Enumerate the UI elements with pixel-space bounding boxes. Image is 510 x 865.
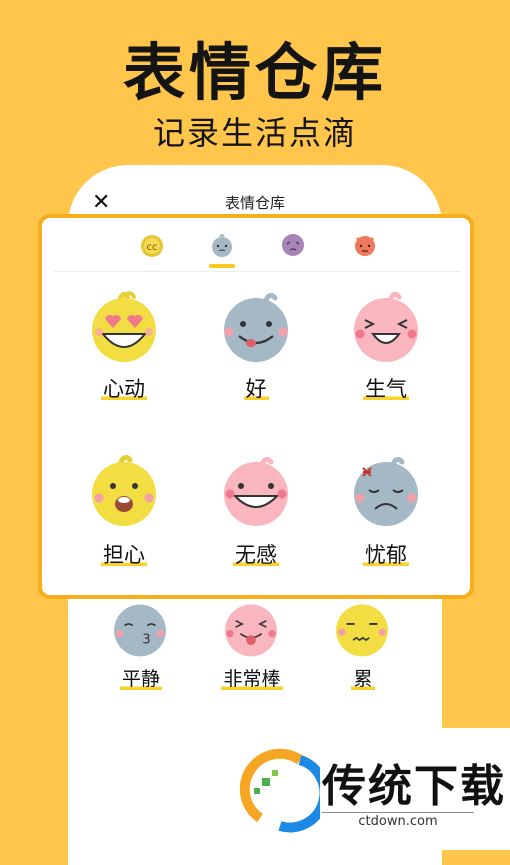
nav-title: 表情仓库	[224, 194, 285, 212]
red-face-icon[interactable]	[350, 230, 380, 260]
pink-smile-face-icon	[224, 456, 288, 526]
tab-divider	[54, 271, 462, 272]
mood-label: 担心	[101, 542, 147, 568]
purple-face-icon[interactable]	[278, 230, 308, 260]
hero-title: 表情仓库	[122, 36, 387, 109]
mood-label: 非常棒	[221, 666, 283, 692]
blue-face-icon[interactable]	[207, 230, 237, 260]
yellow-tired-face-icon	[336, 604, 388, 657]
heart-eyes-face-icon	[92, 291, 156, 362]
svg-text:3: 3	[142, 632, 150, 647]
blue-sad-face-icon	[354, 456, 418, 526]
mood-label: 好	[243, 376, 269, 402]
watermark-logo-icon	[240, 748, 320, 833]
yellow-face-icon[interactable]: cc	[137, 230, 167, 260]
blue-tongue-face-icon	[224, 292, 288, 362]
mood-tired[interactable]: 累	[308, 598, 418, 698]
mood-card: cc 心动 好 生气 担心 无感 忧郁	[38, 214, 474, 599]
pink-tongue-face-icon	[225, 604, 277, 657]
mood-label: 心动	[101, 376, 147, 402]
mood-good[interactable]: 好	[196, 290, 316, 420]
mood-indifferent[interactable]: 无感	[196, 454, 316, 584]
mood-label: 平静	[119, 666, 162, 692]
mood-awesome[interactable]: 非常棒	[197, 598, 307, 698]
mood-angry[interactable]: 生气	[326, 290, 446, 420]
mood-label: 忧郁	[363, 542, 409, 568]
watermark: 传统下载 ctdown.com	[234, 728, 510, 850]
mood-label: 累	[351, 666, 375, 692]
mood-label: 生气	[363, 376, 409, 402]
mood-worried[interactable]: 担心	[64, 454, 184, 584]
watermark-url: ctdown.com	[322, 812, 474, 829]
watermark-name: 传统下载	[322, 761, 506, 812]
face-category-tabs: cc	[42, 218, 470, 272]
hero-subtitle: 记录生活点滴	[152, 114, 357, 152]
active-tab-indicator	[209, 264, 235, 268]
blue-calm-face-icon: 3	[114, 604, 166, 657]
mood-label: 无感	[233, 542, 279, 568]
yellow-worried-face-icon	[92, 454, 156, 526]
mood-melancholy[interactable]: 忧郁	[326, 454, 446, 584]
svg-text:cc: cc	[147, 242, 158, 253]
mood-heart-eyes[interactable]: 心动	[64, 290, 184, 420]
mood-calm[interactable]: 3 平静	[86, 598, 196, 698]
pink-laughing-face-icon	[354, 291, 418, 362]
